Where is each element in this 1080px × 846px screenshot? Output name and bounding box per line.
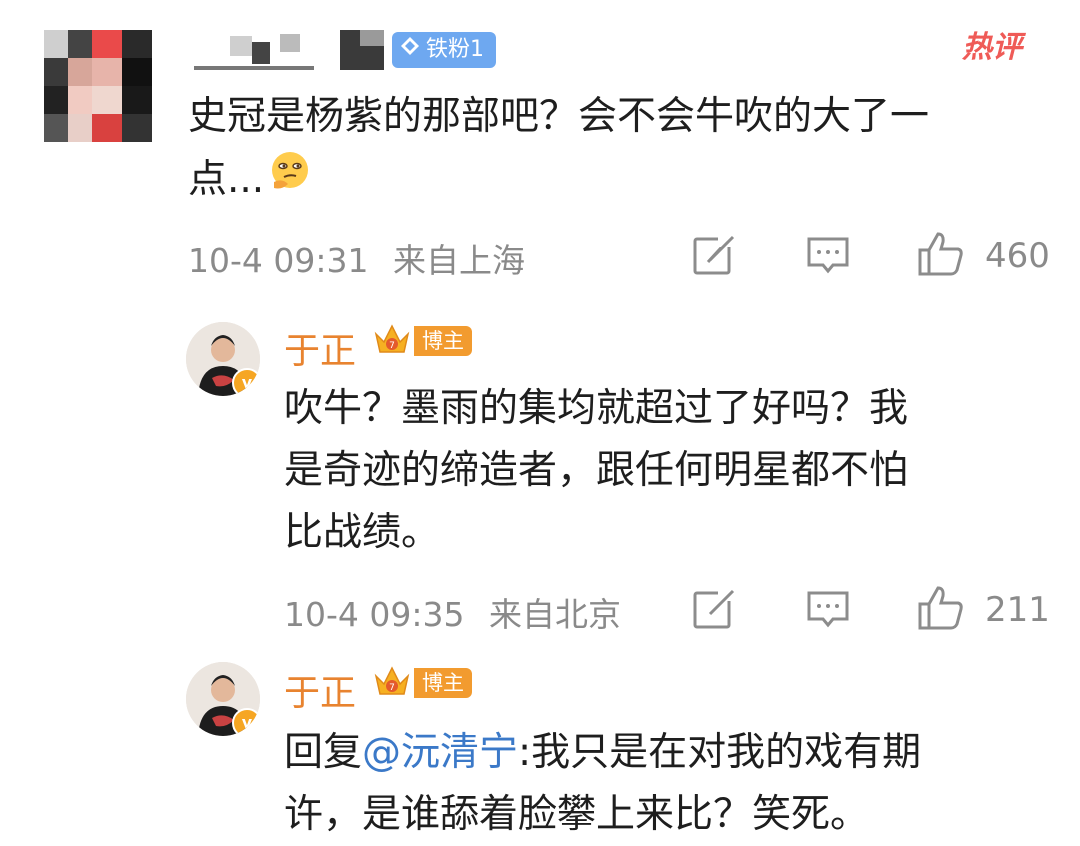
comment-meta: 10-4 09:31 来自上海 [188, 234, 525, 282]
like-count: 460 [985, 236, 1050, 276]
reply-prefix: 回复 [284, 730, 363, 775]
blogger-badge: 7 博主 [372, 324, 472, 358]
verified-badge-icon: v [232, 708, 260, 736]
diamond-icon [400, 32, 420, 68]
crown-icon: 7 [372, 662, 412, 704]
timestamp: 10-4 09:35 [284, 595, 465, 634]
fan-level-label: 铁粉1 [426, 37, 484, 62]
like-count: 211 [985, 590, 1050, 630]
comment-icon[interactable] [806, 234, 850, 280]
reply-text: 吹牛？墨雨的集均就超过了好吗？我 是奇迹的缔造者，跟任何明星都不怕 比战绩。 [284, 378, 908, 564]
location: 来自北京 [489, 595, 621, 634]
commenter-avatar[interactable] [44, 30, 152, 142]
hot-comment-tag: 热评 [962, 30, 1022, 65]
mention-link[interactable]: @沅清宁 [362, 730, 518, 775]
verified-badge-icon: v [232, 368, 260, 396]
reply-meta: 10-4 09:35 来自北京 [284, 588, 621, 636]
svg-text:7: 7 [389, 341, 395, 351]
crown-icon: 7 [372, 320, 412, 362]
thinking-face-icon [268, 148, 312, 211]
like-icon[interactable] [916, 584, 966, 636]
blogger-badge-label: 博主 [414, 326, 472, 356]
blogger-avatar[interactable]: v [186, 322, 260, 396]
commenter-name-obscured[interactable] [190, 28, 390, 72]
comment-text-line: 点... [188, 156, 265, 202]
reply-text: 回复@沅清宁:我只是在对我的戏有期 许，是谁舔着脸攀上来比？笑死。 [284, 722, 921, 846]
comment-icon[interactable] [806, 588, 850, 634]
like-icon[interactable] [916, 230, 966, 282]
location: 来自上海 [393, 241, 525, 280]
blogger-name[interactable]: 于正 [284, 322, 356, 374]
repost-icon[interactable] [692, 588, 736, 634]
reply-text-segment: :我只是在对我的戏有期 [518, 730, 922, 775]
reply-text-line: 比战绩。 [284, 510, 441, 555]
reply-text-line: 许，是谁舔着脸攀上来比？笑死。 [284, 792, 870, 837]
svg-text:7: 7 [389, 683, 395, 693]
blogger-badge: 7 博主 [372, 666, 472, 700]
reply-text-line: 是奇迹的缔造者，跟任何明星都不怕 [284, 448, 909, 493]
reply-text-line: 吹牛？墨雨的集均就超过了好吗？我 [284, 386, 909, 431]
blogger-avatar[interactable]: v [186, 662, 260, 736]
fan-level-badge: 铁粉1 [392, 32, 496, 68]
repost-icon[interactable] [692, 234, 736, 280]
comment-text: 史冠是杨紫的那部吧？会不会牛吹的大了一 点... [188, 86, 929, 211]
blogger-badge-label: 博主 [414, 668, 472, 698]
comment-text-line: 史冠是杨紫的那部吧？会不会牛吹的大了一 [188, 94, 930, 139]
blogger-name[interactable]: 于正 [284, 664, 356, 716]
timestamp: 10-4 09:31 [188, 241, 369, 280]
